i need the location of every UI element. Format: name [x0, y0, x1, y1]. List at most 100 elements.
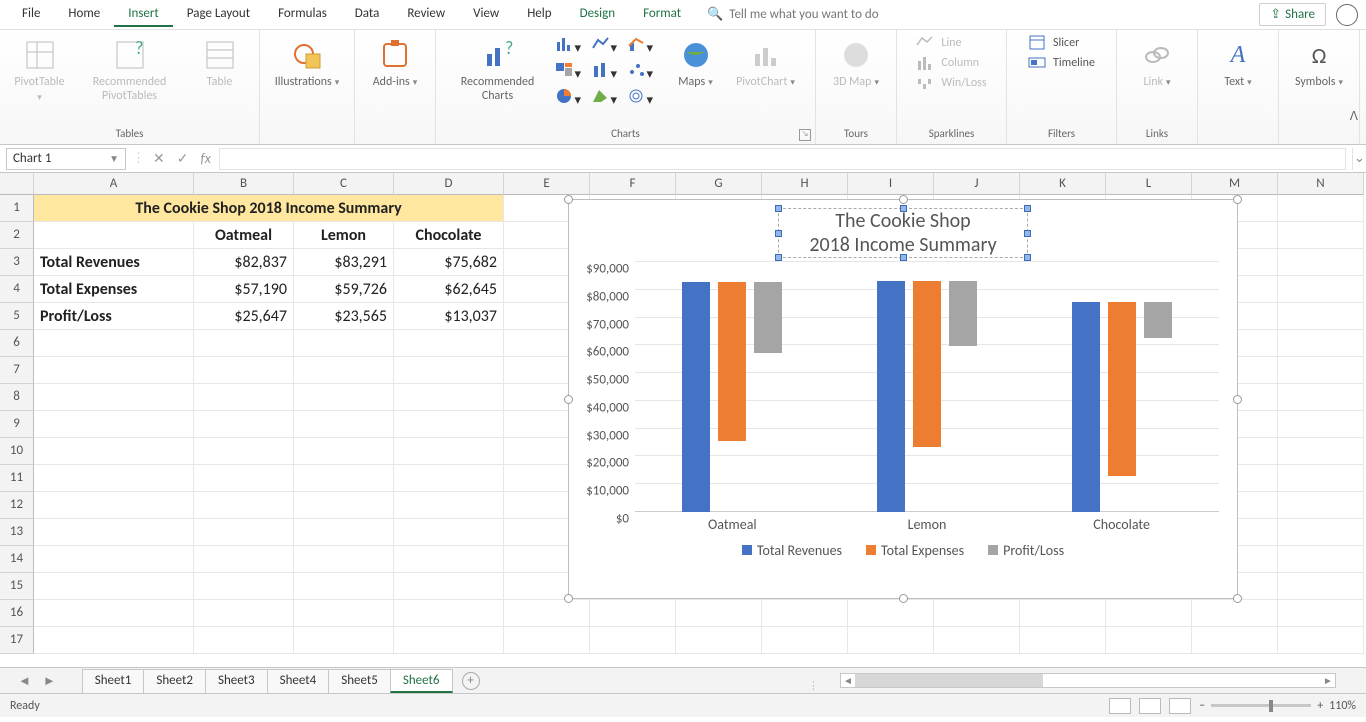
cell[interactable]: [1278, 438, 1364, 465]
cell[interactable]: [762, 627, 848, 654]
row-header[interactable]: 16: [0, 600, 34, 627]
cell[interactable]: [394, 411, 504, 438]
cell[interactable]: [394, 357, 504, 384]
chart-title[interactable]: The Cookie Shop 2018 Income Summary: [778, 208, 1027, 258]
cell[interactable]: [294, 546, 394, 573]
recommended-charts-button[interactable]: ? Recommended Charts: [451, 34, 545, 103]
cell[interactable]: [1278, 627, 1364, 654]
cell[interactable]: [934, 627, 1020, 654]
cell[interactable]: [1278, 330, 1364, 357]
accept-formula-icon[interactable]: ✓: [177, 150, 189, 167]
cell[interactable]: [194, 573, 294, 600]
row-header[interactable]: 15: [0, 573, 34, 600]
cell[interactable]: [294, 519, 394, 546]
table-button[interactable]: Table: [188, 34, 252, 89]
surface-chart-button[interactable]: ▾: [591, 88, 625, 112]
select-all-corner[interactable]: [0, 173, 34, 195]
maps-button[interactable]: Maps: [671, 34, 721, 89]
col-header[interactable]: B: [194, 173, 294, 195]
cell[interactable]: [194, 465, 294, 492]
addins-button[interactable]: Add-ins: [363, 34, 427, 89]
cell[interactable]: [1106, 627, 1192, 654]
bar[interactable]: [754, 282, 782, 353]
cell[interactable]: [1192, 600, 1278, 627]
cell[interactable]: [504, 600, 590, 627]
sheet-tab-sheet2[interactable]: Sheet2: [143, 669, 206, 693]
hierarchy-chart-button[interactable]: ▾: [555, 62, 589, 86]
namebox-dropdown-icon[interactable]: ▼: [109, 152, 119, 165]
menu-tab-data[interactable]: Data: [341, 2, 394, 27]
sheet-nav-prev[interactable]: ◄: [12, 673, 37, 689]
cell[interactable]: [194, 411, 294, 438]
zoom-out-button[interactable]: −: [1199, 699, 1205, 713]
cell[interactable]: [34, 222, 194, 249]
cell[interactable]: Chocolate: [394, 222, 504, 249]
cell[interactable]: $13,037: [394, 303, 504, 330]
row-header[interactable]: 5: [0, 303, 34, 330]
cell[interactable]: [1020, 600, 1106, 627]
sheet-nav-next[interactable]: ►: [37, 673, 62, 689]
cell[interactable]: Total Expenses: [34, 276, 194, 303]
row-header[interactable]: 8: [0, 384, 34, 411]
menu-tab-view[interactable]: View: [459, 2, 513, 27]
cell[interactable]: [1106, 600, 1192, 627]
cell[interactable]: [294, 600, 394, 627]
col-header[interactable]: G: [676, 173, 762, 195]
cell[interactable]: [34, 438, 194, 465]
menu-tab-design[interactable]: Design: [566, 2, 629, 27]
cell[interactable]: [1278, 303, 1364, 330]
cell[interactable]: [34, 465, 194, 492]
cell[interactable]: [1278, 222, 1364, 249]
cell[interactable]: [394, 492, 504, 519]
cell[interactable]: [1278, 195, 1364, 222]
cell[interactable]: [394, 519, 504, 546]
pivottable-button[interactable]: PivotTable ▾: [8, 34, 72, 103]
new-sheet-button[interactable]: +: [462, 672, 480, 690]
cell[interactable]: [34, 519, 194, 546]
row-header[interactable]: 11: [0, 465, 34, 492]
cell[interactable]: [590, 600, 676, 627]
cell[interactable]: [934, 600, 1020, 627]
cell[interactable]: [676, 600, 762, 627]
row-header[interactable]: 14: [0, 546, 34, 573]
cell[interactable]: [1278, 357, 1364, 384]
col-header[interactable]: M: [1192, 173, 1278, 195]
cell[interactable]: [34, 627, 194, 654]
bar[interactable]: [1108, 302, 1136, 476]
col-header[interactable]: D: [394, 173, 504, 195]
cell[interactable]: [294, 330, 394, 357]
menu-tab-help[interactable]: Help: [513, 2, 565, 27]
cell[interactable]: [394, 573, 504, 600]
cell[interactable]: [194, 546, 294, 573]
row-header[interactable]: 17: [0, 627, 34, 654]
line-chart-button[interactable]: ▾: [591, 36, 625, 60]
radar-chart-button[interactable]: ▾: [627, 88, 661, 112]
cell[interactable]: [1278, 411, 1364, 438]
legend-item[interactable]: Profit/Loss: [988, 542, 1064, 559]
cell[interactable]: [1278, 276, 1364, 303]
col-header[interactable]: E: [504, 173, 590, 195]
cell[interactable]: [194, 519, 294, 546]
cell[interactable]: [394, 600, 504, 627]
cell[interactable]: [294, 384, 394, 411]
cell[interactable]: Profit/Loss: [34, 303, 194, 330]
cell[interactable]: [1278, 573, 1364, 600]
normal-view-button[interactable]: [1109, 698, 1131, 714]
cell[interactable]: [294, 465, 394, 492]
pie-chart-button[interactable]: ▾: [555, 88, 589, 112]
sparkline-line-button[interactable]: Line: [912, 34, 990, 52]
fx-icon[interactable]: fx: [200, 150, 210, 167]
page-layout-view-button[interactable]: [1139, 698, 1161, 714]
page-break-view-button[interactable]: [1169, 698, 1191, 714]
account-icon[interactable]: [1336, 4, 1358, 26]
chart-plot-area[interactable]: $0$10,000$20,000$30,000$40,000$50,000$60…: [635, 262, 1219, 512]
cell[interactable]: [676, 627, 762, 654]
cell[interactable]: [34, 330, 194, 357]
col-header[interactable]: L: [1106, 173, 1192, 195]
bar[interactable]: [718, 282, 746, 441]
share-button[interactable]: ⇪ Share: [1259, 3, 1326, 26]
menu-tab-format[interactable]: Format: [629, 2, 695, 27]
row-header[interactable]: 4: [0, 276, 34, 303]
row-header[interactable]: 12: [0, 492, 34, 519]
sheet-tab-sheet3[interactable]: Sheet3: [205, 669, 268, 693]
